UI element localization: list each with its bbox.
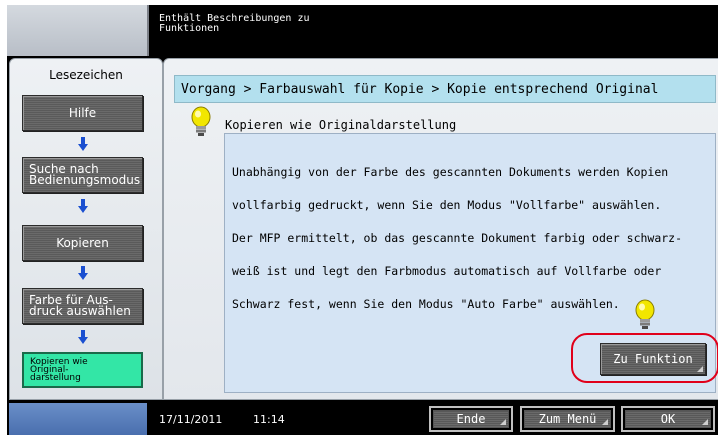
help-content-panel: Vorgang > Farbauswahl für Kopie > Kopie …: [163, 58, 718, 400]
to-menu-button-label: Zum Menü: [538, 412, 597, 426]
breadcrumb: Vorgang > Farbauswahl für Kopie > Kopie …: [174, 75, 716, 103]
lightbulb-icon: [635, 299, 655, 329]
description-line: Unabhängig von der Farbe des gescannten …: [232, 165, 669, 179]
arrow-down-icon: [78, 266, 88, 280]
footer-left-panel: [9, 403, 147, 435]
button-corner-icon: [697, 366, 703, 372]
bookmark-step-copy[interactable]: Kopieren: [22, 225, 143, 261]
ok-button-label: OK: [660, 412, 676, 426]
button-corner-icon: [500, 419, 506, 425]
go-to-function-button[interactable]: Zu Funktion: [600, 343, 706, 375]
end-button-label: Ende: [456, 412, 486, 426]
description-text: Unabhängig von der Farbe des gescannten …: [232, 145, 702, 332]
status-date: 17/11/2011: [159, 413, 223, 426]
bookmark-step-label: druck auswählen: [29, 304, 131, 318]
device-screen: Enthält Beschreibungen zu Funktionen Les…: [7, 5, 718, 435]
topic-title: Kopieren wie Originaldarstellung: [225, 118, 457, 132]
arrow-down-icon: [78, 137, 88, 151]
bookmark-step-label: Hilfe: [68, 105, 97, 120]
description-line: Der MFP ermittelt, ob das gescannte Doku…: [232, 231, 683, 245]
bookmark-step-label: Bedienungsmodus: [29, 173, 141, 187]
bookmark-panel: Lesezeichen Hilfe Suche nach Bedienungsm…: [9, 58, 163, 400]
arrow-down-icon: [78, 330, 88, 344]
description-line: Schwarz fest, wenn Sie den Modus "Auto F…: [232, 297, 620, 311]
lightbulb-icon: [191, 106, 211, 136]
header-left-panel: [7, 5, 149, 56]
bookmark-title: Lesezeichen: [49, 68, 123, 82]
go-to-function-label: Zu Funktion: [613, 352, 693, 366]
bookmark-step-copy-as-original[interactable]: Kopieren wie Original- darstellung: [22, 352, 143, 388]
ok-button[interactable]: OK: [621, 406, 715, 432]
description-line: vollfarbig gedruckt, wenn Sie den Modus …: [232, 198, 662, 212]
bookmark-step-print-color[interactable]: Farbe für Aus- druck auswählen: [22, 288, 143, 324]
to-menu-button[interactable]: Zum Menü: [520, 406, 615, 432]
status-time: 11:14: [253, 413, 285, 426]
header-message-line2: Funktionen: [159, 23, 220, 34]
bookmark-step-label: Kopieren: [56, 235, 109, 250]
bookmark-step-search-mode[interactable]: Suche nach Bedienungsmodus: [22, 157, 143, 193]
description-line: weiß ist und legt den Farbmodus automati…: [232, 264, 662, 278]
end-button[interactable]: Ende: [429, 406, 513, 432]
button-corner-icon: [702, 419, 708, 425]
bookmark-step-label: darstellung: [30, 373, 81, 383]
arrow-down-icon: [78, 199, 88, 213]
bookmark-step-help[interactable]: Hilfe: [22, 95, 143, 131]
header-message: Enthält Beschreibungen zu Funktionen: [159, 14, 379, 34]
button-corner-icon: [602, 419, 608, 425]
